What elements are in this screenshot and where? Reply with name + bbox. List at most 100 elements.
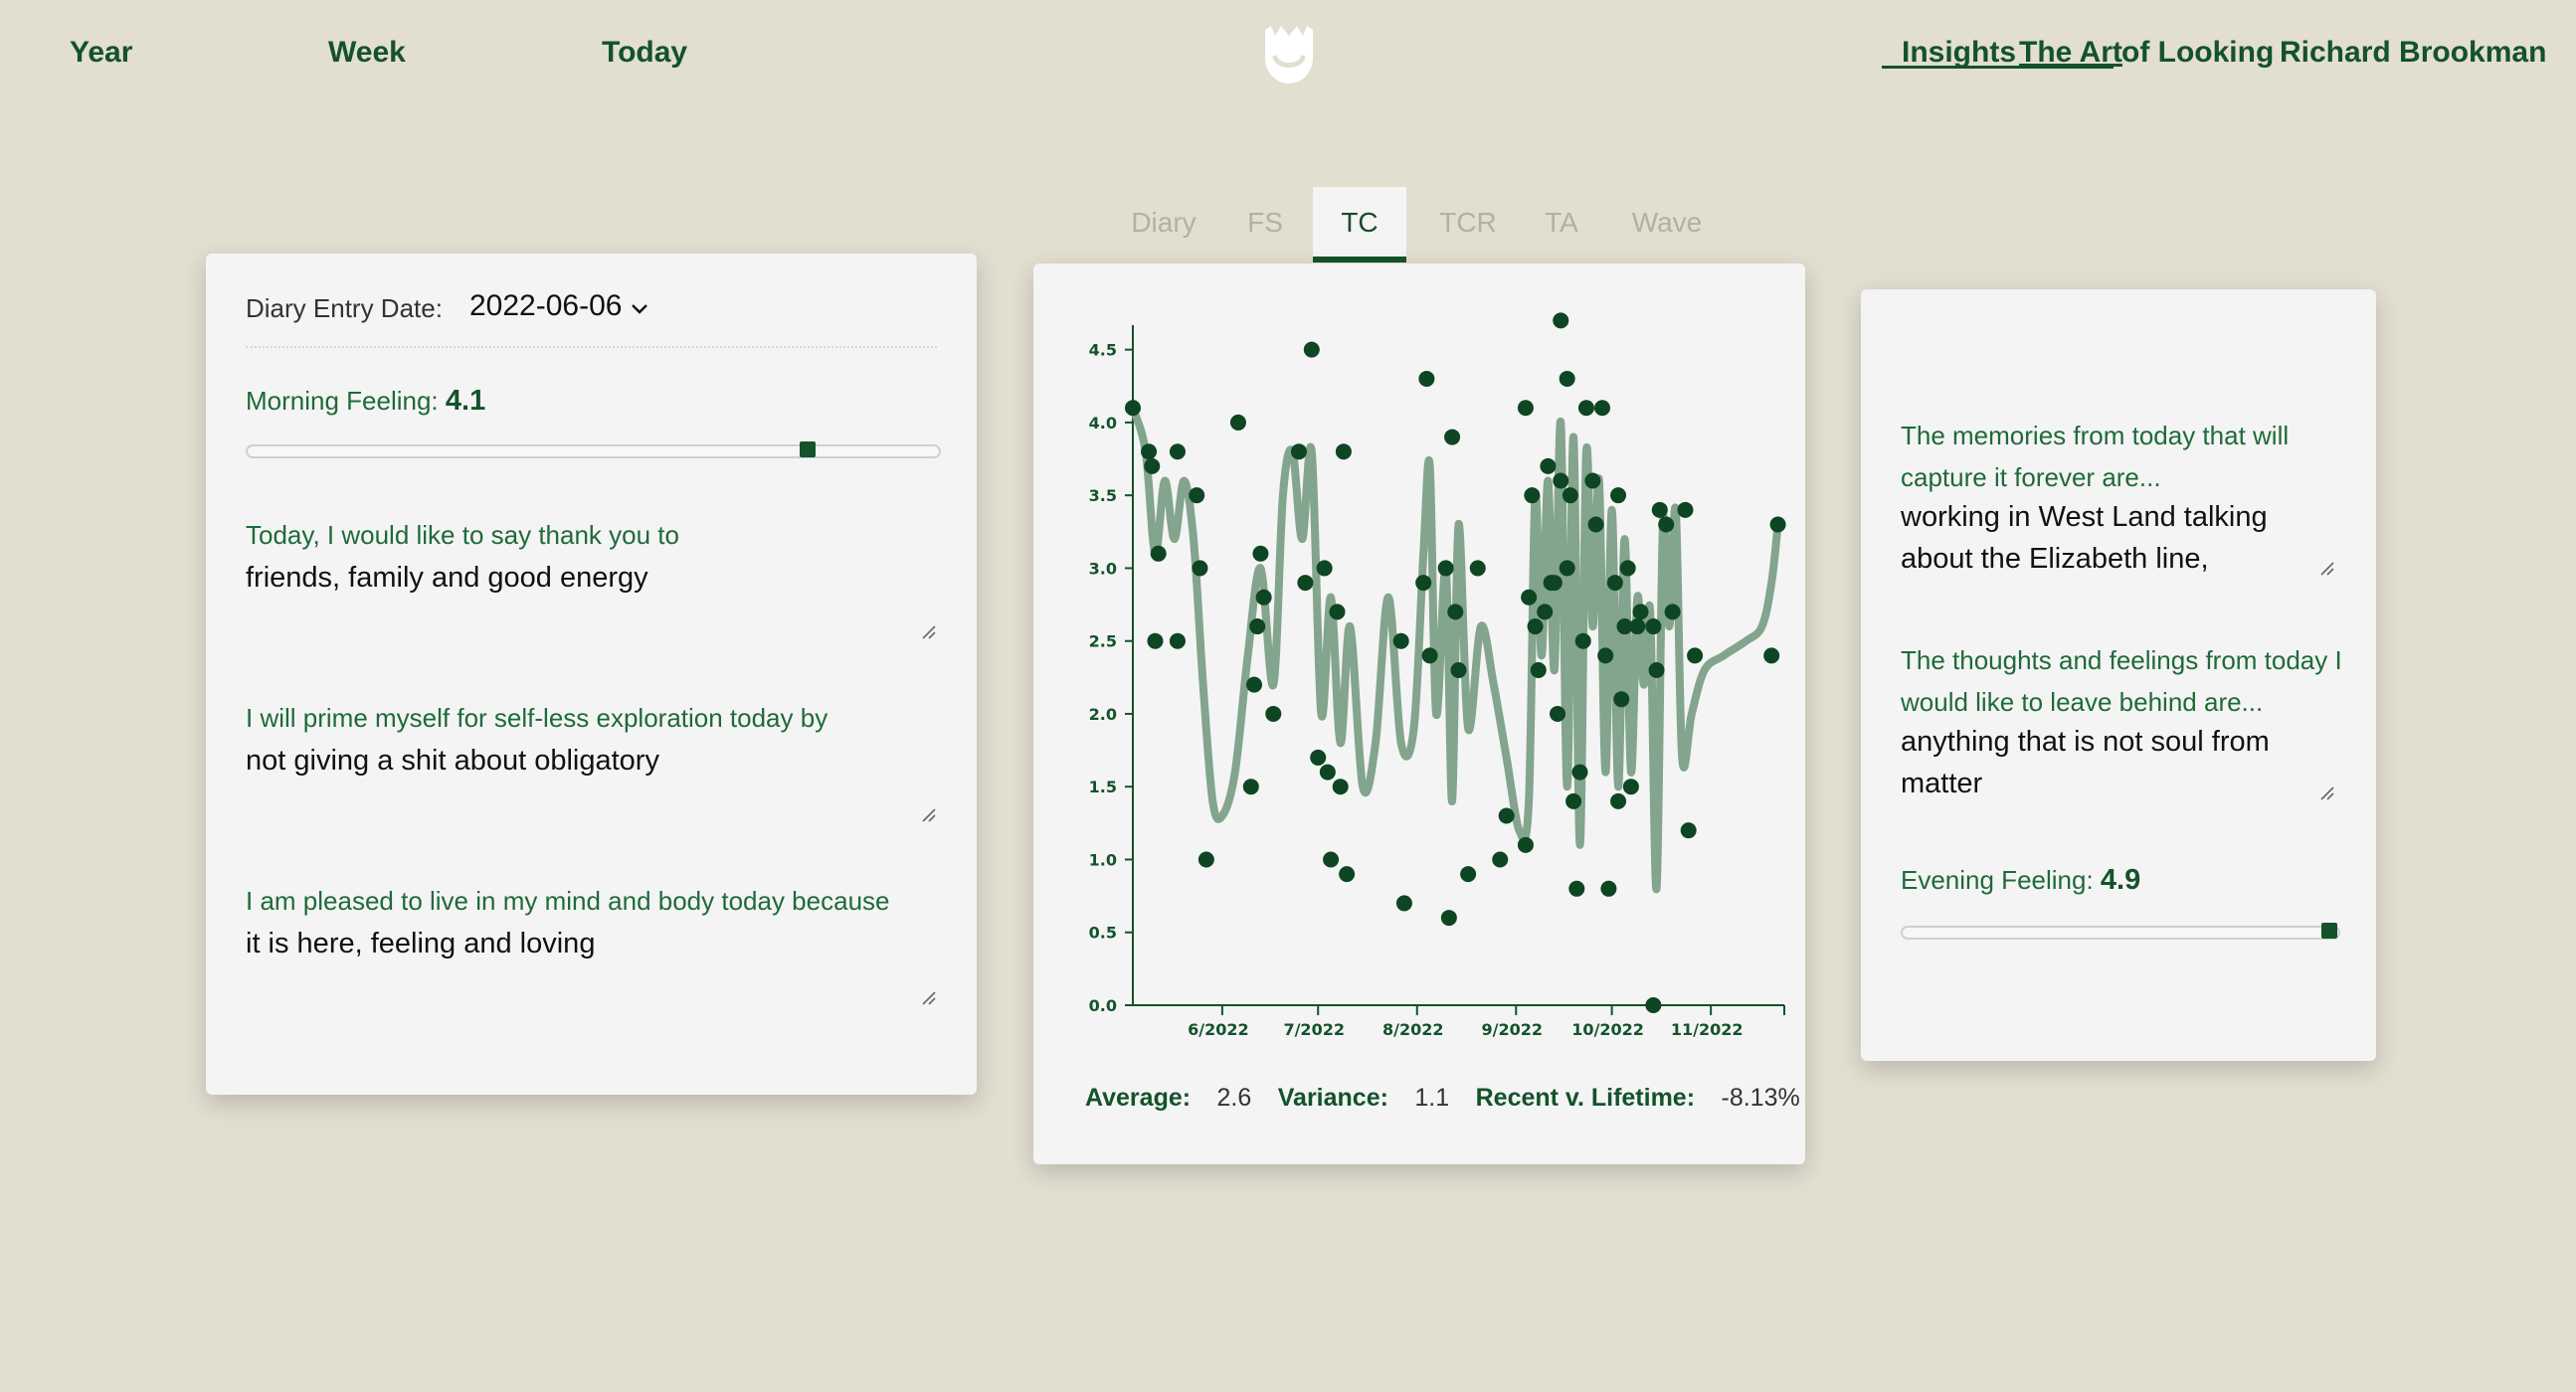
- data-point: [1530, 662, 1547, 678]
- data-point: [1521, 589, 1538, 606]
- data-point: [1469, 560, 1486, 577]
- x-tick-label: 11/2022: [1671, 1020, 1744, 1039]
- nav-insights[interactable]: Insights: [1902, 36, 2016, 70]
- pleased-input[interactable]: it is here, feeling and loving: [246, 928, 595, 960]
- variance-label: Variance:: [1277, 1084, 1388, 1112]
- data-point: [1450, 662, 1467, 678]
- resize-grip-icon[interactable]: [2318, 560, 2334, 576]
- tab-tcr[interactable]: TCR: [1428, 187, 1508, 259]
- tab-diary[interactable]: Diary: [1114, 187, 1213, 259]
- evening-feeling-slider[interactable]: [1901, 923, 2340, 940]
- data-point: [1147, 632, 1164, 649]
- morning-feeling-label: Morning Feeling: 4.1: [246, 385, 486, 417]
- nav-today[interactable]: Today: [602, 36, 687, 70]
- date-select[interactable]: 2022-06-06: [469, 289, 648, 323]
- x-tick-label: 7/2022: [1283, 1020, 1345, 1039]
- data-point: [1169, 632, 1186, 649]
- nav-week[interactable]: Week: [328, 36, 406, 70]
- data-point: [1144, 457, 1161, 474]
- y-tick-label: 0.5: [1089, 924, 1117, 943]
- data-point: [1421, 647, 1438, 664]
- x-tick-label: 9/2022: [1482, 1020, 1544, 1039]
- data-point: [1550, 705, 1566, 722]
- data-point: [1229, 414, 1246, 431]
- y-tick-label: 3.5: [1089, 486, 1117, 505]
- data-point: [1645, 997, 1662, 1013]
- evening-diary-card: The memories from today that will captur…: [1861, 289, 2376, 1061]
- nav-user[interactable]: Richard Brookman: [2280, 36, 2546, 70]
- data-point: [1527, 618, 1544, 635]
- data-point: [1687, 647, 1704, 664]
- data-point: [1323, 851, 1340, 868]
- data-point: [1562, 487, 1578, 504]
- data-point: [1517, 400, 1534, 417]
- data-point: [1249, 618, 1266, 635]
- slider-thumb[interactable]: [799, 441, 816, 457]
- data-point: [1392, 632, 1409, 649]
- chart-card: 0.0 0.5 1.0 1.5 2.0 2.5 3.0 3.5 4.0 4.5 6/2022 7/20…: [1033, 263, 1805, 1164]
- morning-feeling-value: 4.1: [445, 385, 486, 417]
- data-point: [1150, 545, 1167, 562]
- date-value: 2022-06-06: [469, 289, 623, 322]
- data-point: [1597, 647, 1614, 664]
- resize-grip-icon[interactable]: [920, 989, 936, 1005]
- data-point: [1658, 516, 1675, 533]
- tc-scatter-chart: 0.0 0.5 1.0 1.5 2.0 2.5 3.0 3.5 4.0 4.5 6/2022 7/20…: [1089, 312, 1786, 1039]
- tab-tc[interactable]: TC: [1313, 187, 1406, 262]
- nav-year[interactable]: Year: [70, 36, 132, 70]
- memories-input[interactable]: working in West Land talking about the E…: [1901, 496, 2268, 580]
- data-point: [1440, 910, 1457, 927]
- data-point: [1610, 487, 1627, 504]
- data-point: [1437, 560, 1454, 577]
- data-point: [1524, 487, 1541, 504]
- nav-art-of-looking-part2[interactable]: of Looking: [2121, 36, 2274, 70]
- trend-line: [1129, 404, 1782, 893]
- y-tick-label: 2.0: [1089, 705, 1117, 724]
- data-point: [1517, 836, 1534, 853]
- data-point: [1316, 560, 1333, 577]
- gratitude-input[interactable]: friends, family and good energy: [246, 562, 648, 595]
- leave-behind-label: The thoughts and feelings from today I w…: [1901, 645, 2342, 717]
- data-point: [1629, 618, 1646, 635]
- data-point: [1537, 604, 1554, 620]
- data-point: [1648, 662, 1665, 678]
- resize-grip-icon[interactable]: [2318, 784, 2334, 800]
- y-tick-label: 4.0: [1089, 414, 1117, 433]
- resize-grip-icon[interactable]: [920, 806, 936, 822]
- data-point: [1587, 516, 1604, 533]
- slider-thumb[interactable]: [2321, 923, 2338, 939]
- data-point: [1335, 443, 1352, 460]
- evening-feeling-value: 4.9: [2100, 864, 2141, 896]
- exploration-input[interactable]: not giving a shit about obligatory: [246, 745, 659, 778]
- data-point: [1632, 604, 1649, 620]
- nav-art-of-looking-part1[interactable]: The Art: [2019, 36, 2122, 70]
- gratitude-label: Today, I would like to say thank you to: [246, 520, 679, 550]
- logo-icon[interactable]: [1257, 22, 1321, 86]
- morning-diary-card: Diary Entry Date: 2022-06-06 Morning Fee…: [206, 254, 977, 1095]
- data-point: [1610, 792, 1627, 809]
- data-point: [1577, 400, 1594, 417]
- data-point: [1645, 618, 1662, 635]
- resize-grip-icon[interactable]: [920, 623, 936, 639]
- leave-behind-input[interactable]: anything that is not soul from matter: [1901, 721, 2270, 804]
- data-point: [1559, 370, 1575, 387]
- y-tick-label: 2.5: [1089, 632, 1117, 651]
- data-point: [1303, 341, 1320, 358]
- data-point: [1606, 575, 1623, 592]
- x-tick-label: 6/2022: [1188, 1020, 1249, 1039]
- data-point: [1677, 501, 1694, 518]
- data-point: [1651, 501, 1668, 518]
- data-point: [1141, 443, 1158, 460]
- data-point: [1600, 880, 1617, 897]
- data-point: [1553, 472, 1569, 489]
- y-tick-label: 4.5: [1089, 341, 1117, 360]
- tab-ta[interactable]: TA: [1532, 187, 1591, 259]
- morning-feeling-slider[interactable]: [246, 441, 941, 458]
- y-tick-label: 1.5: [1089, 778, 1117, 796]
- tab-fs[interactable]: FS: [1235, 187, 1295, 259]
- exploration-label: I will prime myself for self-less explor…: [246, 703, 828, 733]
- y-tick-label: 0.0: [1089, 996, 1117, 1015]
- recent-lifetime-label: Recent v. Lifetime:: [1475, 1084, 1696, 1112]
- data-point: [1498, 807, 1515, 824]
- tab-wave[interactable]: Wave: [1617, 187, 1717, 259]
